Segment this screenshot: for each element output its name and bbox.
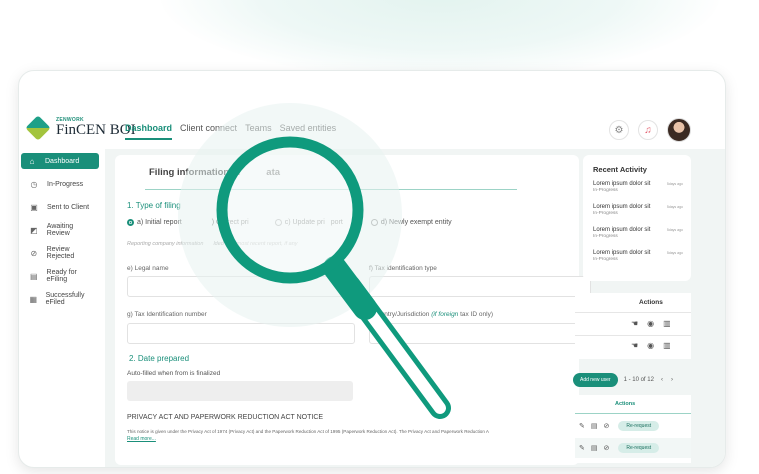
view-icon[interactable]: ◉ bbox=[647, 341, 654, 350]
document-icon[interactable]: ▤ bbox=[591, 444, 598, 452]
clock-icon: ◷ bbox=[30, 179, 38, 189]
entities-table: Actions ☚ ◉ ▥ ☚ ◉ ▥ bbox=[575, 293, 691, 359]
logo-icon bbox=[25, 114, 51, 141]
sidebar-item-label: Review Rejected bbox=[46, 246, 75, 260]
sidebar-item-label: Successfully eFiled bbox=[45, 292, 85, 306]
edit-icon[interactable]: ✎ bbox=[579, 444, 585, 452]
block-icon[interactable]: ⊘ bbox=[604, 444, 610, 452]
actions-header: Actions bbox=[615, 401, 636, 407]
bell-icon[interactable]: ♫ bbox=[638, 120, 658, 140]
click-icon[interactable]: ☚ bbox=[631, 341, 638, 350]
block-icon[interactable]: ⊘ bbox=[604, 422, 610, 430]
avatar[interactable] bbox=[667, 118, 691, 142]
rejected-icon: ⊘ bbox=[30, 248, 38, 258]
sidebar-item-label: Dashboard bbox=[45, 157, 80, 165]
top-icons: ⚙ ♫ bbox=[609, 118, 691, 142]
radio-newly-exempt[interactable]: d) Newly exempt entity bbox=[370, 219, 452, 226]
add-new-user-button[interactable]: Add new user bbox=[573, 373, 618, 387]
home-icon: ⌂ bbox=[29, 156, 35, 166]
pagination: Add new user 1 - 10 of 12 ‹ › bbox=[573, 373, 673, 387]
tax-type-label: f) Tax identification type bbox=[369, 265, 437, 272]
privacy-title: PRIVACY ACT AND PAPERWORK REDUCTION ACT … bbox=[127, 414, 324, 421]
activity-item[interactable]: Lorem ipsum dolor sit In-Progress 5days ag… bbox=[593, 204, 683, 216]
re-request-button[interactable]: Re-request bbox=[618, 421, 660, 431]
sidebar-item-ready-for-efiling[interactable]: ▤ Ready for eFiling bbox=[19, 268, 101, 284]
radio-update-prior[interactable]: c) Update pri bbox=[274, 219, 325, 226]
form-title: Filing information fil ata bbox=[149, 167, 281, 178]
reporting-note: Reporting company information lded with m… bbox=[127, 241, 298, 247]
radio-update-prior-tail: port bbox=[330, 219, 343, 226]
click-icon[interactable]: ☚ bbox=[631, 319, 638, 328]
app-window: ZENWORK FinCEN BOI Dashboard Client conn… bbox=[18, 70, 726, 468]
filed-icon: ▦ bbox=[29, 294, 38, 304]
sidebar-item-dashboard[interactable]: ⌂ Dashboard bbox=[21, 153, 99, 169]
date-prepared-field bbox=[127, 381, 353, 401]
privacy-text: This notice is given under the Privacy A… bbox=[127, 429, 489, 434]
users-table: Actions ✎ ▤ ⊘ Re-request ✎ ▤ ⊘ Re-request bbox=[575, 395, 691, 463]
auto-filled-label: Auto-filled when from is finalized bbox=[127, 370, 221, 377]
sidebar-item-in-progress[interactable]: ◷ In-Progress bbox=[19, 176, 101, 192]
prev-page-icon[interactable]: ‹ bbox=[661, 377, 663, 383]
radio-initial-report[interactable]: a) Initial report bbox=[127, 219, 182, 226]
table-row: ☚ ◉ ▥ bbox=[631, 341, 680, 350]
nav-teams[interactable]: Teams bbox=[245, 123, 272, 140]
jurisdiction-label: ountry/Jurisdiction (if foreign tax ID o… bbox=[377, 311, 493, 318]
sidebar-item-label: Ready for eFiling bbox=[46, 269, 77, 283]
table-row: ☚ ◉ ▥ bbox=[631, 319, 680, 328]
sidebar-item-successfully-efiled[interactable]: ▦ Successfully eFiled bbox=[19, 291, 101, 307]
logo-name: FinCEN BOI bbox=[56, 122, 136, 138]
nav-saved-entities[interactable]: Saved entities bbox=[280, 123, 337, 140]
divider bbox=[145, 189, 517, 190]
sidebar-item-label: Awaiting Review bbox=[46, 223, 74, 237]
tax-type-field[interactable] bbox=[369, 276, 591, 297]
activity-item[interactable]: Lorem ipsum dolor sit In-Progress 5days ag… bbox=[593, 181, 683, 193]
logo: ZENWORK FinCEN BOI bbox=[25, 114, 136, 141]
table-row: ✎ ▤ ⊘ Re-request bbox=[575, 438, 691, 458]
background-glow bbox=[160, 0, 720, 80]
section-date-prepared: 2. Date prepared bbox=[129, 354, 190, 363]
radio-correct-prior[interactable]: ) Correct pri bbox=[212, 219, 249, 226]
delete-icon[interactable]: ▥ bbox=[663, 319, 671, 328]
nav-dashboard[interactable]: Dashboard bbox=[125, 123, 173, 140]
gear-icon[interactable]: ⚙ bbox=[609, 120, 629, 140]
sidebar: ⌂ Dashboard ◷ In-Progress ▣ Sent to Client … bbox=[19, 153, 101, 314]
next-page-icon[interactable]: › bbox=[671, 377, 673, 383]
edit-icon[interactable]: ✎ bbox=[579, 422, 585, 430]
filing-form-card: Filing information fil ata 1. Type of fil… bbox=[115, 155, 591, 465]
delete-icon[interactable]: ▥ bbox=[663, 341, 671, 350]
review-icon: ◩ bbox=[30, 225, 38, 235]
re-request-button[interactable]: Re-request bbox=[618, 443, 660, 453]
sidebar-item-label: In-Progress bbox=[47, 180, 84, 188]
sidebar-item-label: Sent to Client bbox=[47, 203, 90, 211]
sidebar-item-review-rejected[interactable]: ⊘ Review Rejected bbox=[19, 245, 101, 261]
tax-number-label: g) Tax Identification number bbox=[127, 311, 207, 318]
sidebar-item-sent-to-client[interactable]: ▣ Sent to Client bbox=[19, 199, 101, 215]
sidebar-item-awaiting-review[interactable]: ◩ Awaiting Review bbox=[19, 222, 101, 238]
recent-activity-title: Recent Activity bbox=[593, 165, 647, 174]
view-icon[interactable]: ◉ bbox=[647, 319, 654, 328]
top-nav: Dashboard Client connect Teams Saved ent… bbox=[125, 123, 344, 140]
legal-name-label: e) Legal name bbox=[127, 265, 169, 272]
document-icon[interactable]: ▤ bbox=[591, 422, 598, 430]
filing-type-radios: a) Initial report ) Correct pri c) Updat… bbox=[127, 219, 482, 226]
section-type-of-filing: 1. Type of filing bbox=[127, 201, 181, 210]
main-content: Filing information fil ata 1. Type of fil… bbox=[105, 149, 725, 467]
read-more-link[interactable]: Read more... bbox=[127, 436, 156, 442]
recent-activity-card: Recent Activity Lorem ipsum dolor sit In-… bbox=[583, 155, 691, 281]
actions-header: Actions bbox=[639, 299, 663, 306]
activity-item[interactable]: Lorem ipsum dolor sit In-Progress 5days ag… bbox=[593, 227, 683, 239]
table-row: ✎ ▤ ⊘ Re-request bbox=[575, 416, 691, 436]
tax-number-field[interactable] bbox=[127, 323, 355, 344]
page-range: 1 - 10 of 12 bbox=[623, 377, 654, 383]
nav-client-connect[interactable]: Client connect bbox=[180, 123, 237, 140]
jurisdiction-field[interactable] bbox=[369, 323, 591, 344]
activity-item[interactable]: Lorem ipsum dolor sit In-Progress 5days ag… bbox=[593, 250, 683, 262]
contact-icon: ▣ bbox=[30, 202, 38, 212]
document-icon: ▤ bbox=[29, 271, 38, 281]
legal-name-field[interactable] bbox=[127, 276, 355, 297]
